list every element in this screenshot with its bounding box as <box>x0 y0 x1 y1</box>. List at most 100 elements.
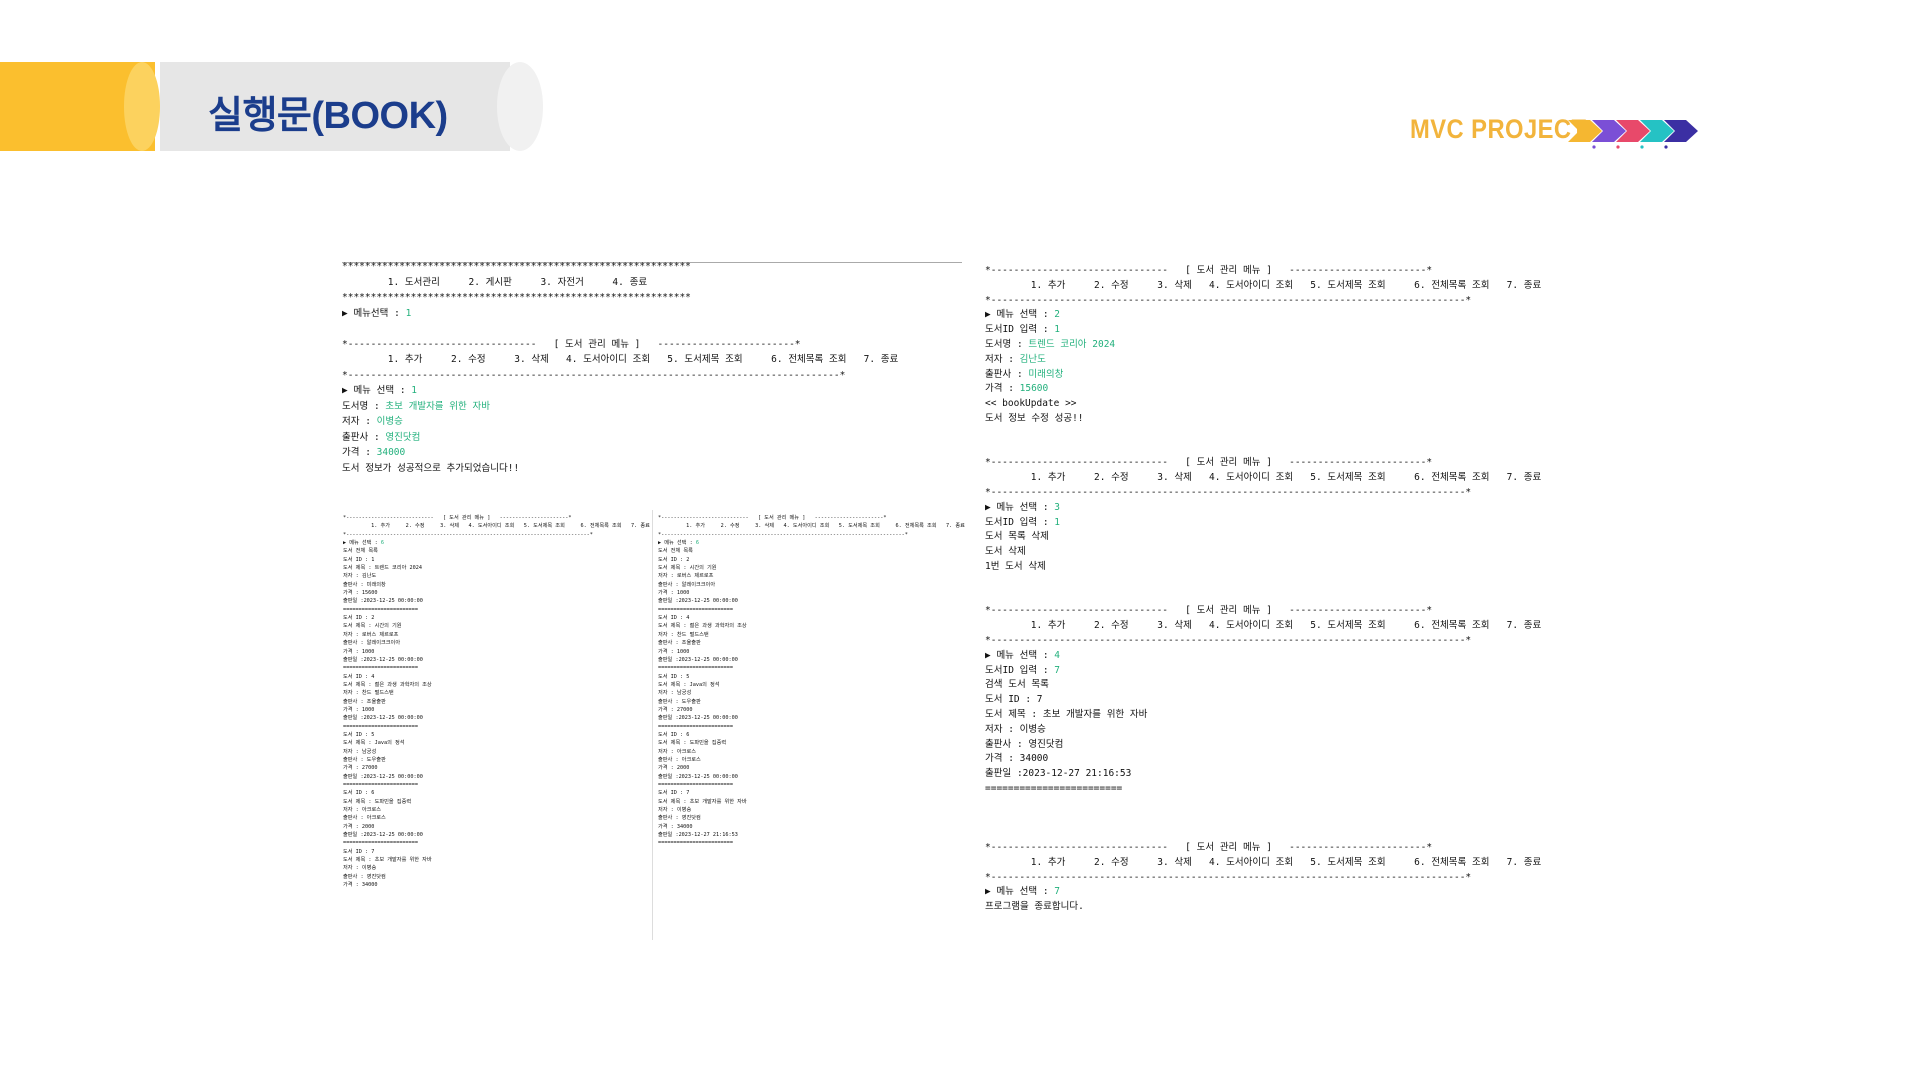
console-line: ======================== <box>658 782 733 788</box>
title-ribbon-accent-cap <box>124 62 160 151</box>
console-line: ======================== <box>343 665 418 672</box>
console-line: 도서ID 입력 : 1 <box>985 325 1585 340</box>
console-input-value: 3 <box>1054 501 1061 513</box>
console-input-value: 34000 <box>376 447 406 458</box>
console-input-value: 7 <box>1054 886 1061 898</box>
console-line: 출판사 : 알레이크크이아 <box>343 640 401 647</box>
console-line: 저자 : 남궁성 <box>343 748 377 755</box>
console-line: *---------------------------------------… <box>985 294 1472 306</box>
project-label: MVC PROJECT <box>1410 114 1587 144</box>
console-line: ======================== <box>985 782 1123 794</box>
console-line: 출판사 : 조율출판 <box>343 698 386 705</box>
dot-icon <box>1640 145 1644 149</box>
console-line: 도서 제목 : 도파민을 집중력 <box>658 740 727 747</box>
console-prompt: 출판사 : <box>342 431 386 443</box>
console-line: *---------------------------------------… <box>343 531 593 538</box>
console-line: *---------------------------------------… <box>658 531 908 538</box>
console-line: 도서 삭제 <box>985 546 1026 558</box>
console-line: 가격 : 34000 <box>342 448 962 464</box>
console-line: 도서 제목 : 도파민을 집중력 <box>343 798 412 805</box>
console-line: 출판일 :2023-12-27 21:16:53 <box>985 768 1132 780</box>
chevron-arrows-icon <box>1568 120 1698 149</box>
console-line: << bookUpdate >> <box>985 398 1077 410</box>
console-input-value: 미래의창 <box>1028 368 1064 380</box>
console-panel-list-all-before: *---------------------------- [ 도서 관리 메뉴… <box>343 515 650 891</box>
console-line: ======================== <box>658 840 733 847</box>
console-line: ▶ 메뉴 선택 : 4 <box>985 649 1585 666</box>
console-line: 출판사 : 미래의창 <box>343 581 386 588</box>
console-prompt: 도서ID 입력 : <box>985 664 1055 676</box>
console-line: 저자 : 찬드 펄드스탠 <box>343 690 394 697</box>
console-line: 1. 도서관리 2. 게시판 3. 자전거 4. 종료 <box>342 276 648 288</box>
console-input-value: 6 <box>695 540 699 547</box>
console-prompt: ▶ 메뉴 선택 : <box>985 501 1055 513</box>
console-line: *------------------------------- [ 도서 관리… <box>985 265 1433 276</box>
console-line: 출판사 : 영진닷컴 <box>658 815 701 822</box>
console-line: ======================== <box>658 665 733 672</box>
console-line: 출판사 : 아크로스 <box>343 815 386 822</box>
console-input-value: 7 <box>1054 664 1061 676</box>
console-line: 1. 추가 2. 수정 3. 삭제 4. 도서아이디 조회 5. 도서제목 조회… <box>985 856 1542 868</box>
console-line: ****************************************… <box>342 261 691 272</box>
console-line: 프로그램을 종료합니다. <box>985 901 1084 913</box>
console-line: 도서명 : 초보 개발자를 위한 자바 <box>342 400 962 418</box>
console-input-value: 6 <box>380 540 384 547</box>
console-prompt: ▶ 메뉴 선택 : <box>985 309 1055 321</box>
console-line: 도서 제목 : Java의 정석 <box>343 740 405 747</box>
console-input-value: 트렌드 코리아 2024 <box>1028 338 1116 350</box>
console-line: 저자 : 이병승 <box>985 723 1046 735</box>
console-input-value: 1 <box>411 385 418 396</box>
console-line: ▶ 메뉴 선택 : 3 <box>985 503 1585 518</box>
console-line: 도서 전체 목록 <box>658 548 693 555</box>
console-prompt: 도서명 : <box>985 338 1029 350</box>
console-prompt: 도서ID 입력 : <box>985 324 1055 336</box>
console-line: 도서 전체 목록 <box>343 548 378 555</box>
console-line: 출판사 : 알레이크크이아 <box>658 581 716 588</box>
console-line: 저자 : 찬드 펄드스탠 <box>658 631 709 638</box>
console-line: 도서명 : 트렌드 코리아 2024 <box>985 340 1585 355</box>
console-line: *---------------------------------------… <box>342 369 846 381</box>
console-line: 도서 목록 삭제 <box>985 531 1049 543</box>
console-input-value: 초보 개발자를 위한 자바 <box>385 400 490 412</box>
console-prompt: 저자 : <box>985 353 1020 365</box>
console-input-value: 4 <box>1054 649 1061 661</box>
console-line: *------------------------------- [ 도서 관리… <box>985 605 1433 617</box>
console-line: 저자 : 아크로스 <box>343 807 382 814</box>
console-line: 1. 추가 2. 수정 3. 삭제 4. 도서아이디 조회 5. 도서제목 조회… <box>342 354 899 365</box>
console-line: 1번 도서 삭제 <box>985 560 1046 572</box>
console-line: ▶ 메뉴 선택 : 6 <box>343 540 643 549</box>
console-prompt: ▶ 메뉴선택 : <box>342 307 406 319</box>
console-line: 도서ID 입력 : 1 <box>985 516 1585 533</box>
console-line: *---------------------------------------… <box>985 871 1472 883</box>
console-line: 도서 제목 : Java의 정석 <box>658 681 720 688</box>
console-line: ======================== <box>343 723 418 730</box>
dot-icon <box>1616 145 1620 149</box>
console-line: 저자 : 아크로스 <box>658 748 697 755</box>
console-line: 저자 : 이병승 <box>343 865 377 872</box>
console-line: 출판사 : 아크로스 <box>658 756 701 763</box>
console-line: 출판사 : 영진닷컴 <box>985 738 1064 750</box>
console-line: 출판사 : 영진닷컴 <box>343 873 386 880</box>
console-line: 가격 : 34000 <box>343 882 378 889</box>
console-line: 출판사 : 조율출판 <box>658 640 701 647</box>
console-line: *------------------------------- [ 도서 관리… <box>985 842 1433 854</box>
console-input-value: 이병승 <box>376 416 403 427</box>
dot-icon <box>1592 145 1596 149</box>
console-prompt: ▶ 메뉴 선택 : <box>658 540 696 547</box>
console-line: ======================== <box>343 782 418 788</box>
console-line: ======================== <box>658 723 733 730</box>
console-panel-add-book: ****************************************… <box>342 262 962 479</box>
console-line: 출판사 : 도우출판 <box>343 756 386 763</box>
console-input-value: 15600 <box>1019 383 1049 395</box>
console-prompt: 도서ID 입력 : <box>985 516 1055 528</box>
console-panel-list-all-after: *---------------------------- [ 도서 관리 메뉴… <box>658 515 965 850</box>
console-line: 출판사 : 도우출판 <box>658 698 701 705</box>
console-prompt: 가격 : <box>985 383 1020 395</box>
console-prompt: 출판사 : <box>985 368 1029 380</box>
console-line: 출판사 : 미래의창 <box>985 368 1585 385</box>
